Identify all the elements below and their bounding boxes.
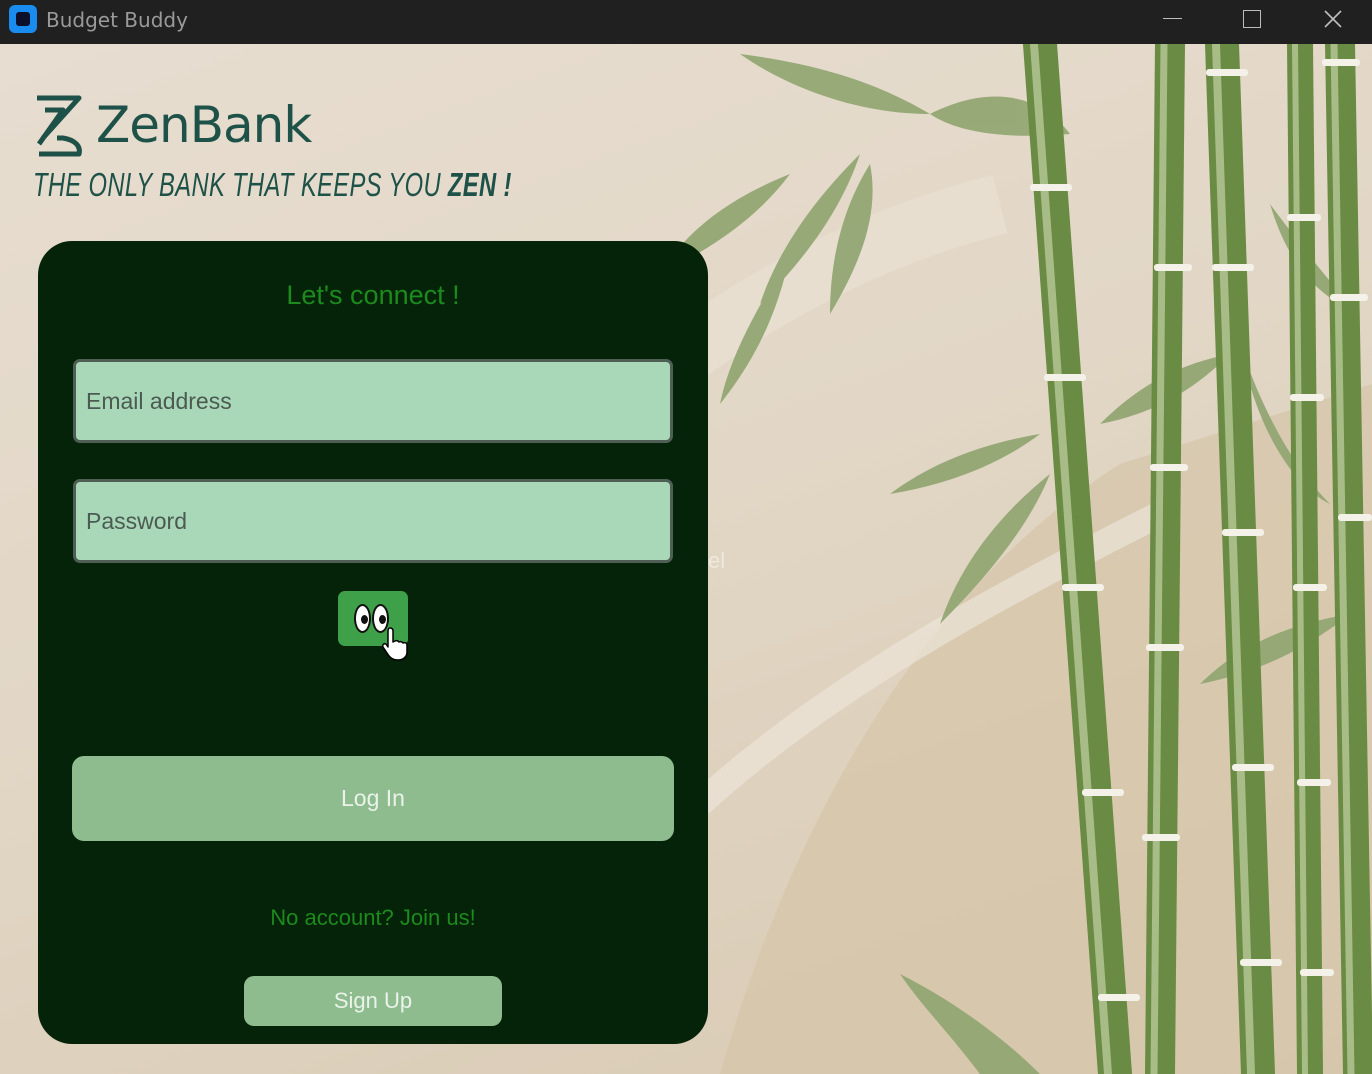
close-button[interactable]: [1292, 0, 1372, 40]
tagline-emphasis: ZEN !: [447, 166, 512, 203]
no-account-text: No account? Join us!: [270, 905, 476, 930]
app-icon: [9, 5, 37, 33]
eyes-icon: [354, 604, 371, 633]
brand-name: ZenBank: [96, 96, 312, 154]
close-icon: [1324, 10, 1342, 28]
title-bar: Budget Buddy: [0, 0, 1372, 44]
password-field[interactable]: [73, 479, 673, 563]
minimize-button[interactable]: [1132, 0, 1212, 40]
login-title: Let's connect !: [286, 280, 460, 310]
window-title: Budget Buddy: [46, 8, 188, 32]
background-partial-text: el: [708, 548, 726, 573]
maximize-button[interactable]: [1212, 0, 1292, 40]
tagline-main: THE ONLY BANK THAT KEEPS YOU: [33, 166, 448, 203]
email-field[interactable]: [73, 359, 673, 443]
tagline: THE ONLY BANK THAT KEEPS YOU ZEN !: [33, 166, 512, 204]
main-content: ZenBank THE ONLY BANK THAT KEEPS YOU ZEN…: [0, 44, 1372, 1074]
login-card: Let's connect ! Log In No account? Join …: [38, 241, 708, 1044]
zenbank-logo-icon: [36, 95, 82, 157]
signup-button[interactable]: Sign Up: [244, 976, 502, 1026]
hand-cursor-icon: [382, 627, 408, 661]
bamboo-illustration: [660, 44, 1372, 1074]
login-button[interactable]: Log In: [72, 756, 674, 841]
